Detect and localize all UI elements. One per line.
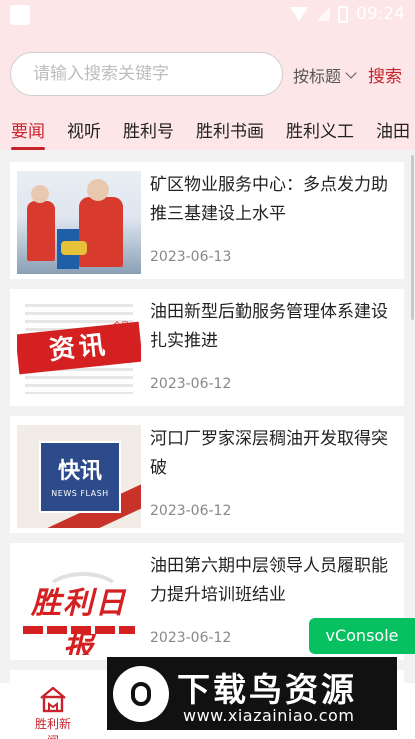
article-thumbnail [17,171,141,274]
article-thumbnail: 快讯 NEWS FLASH [17,425,141,528]
category-tabs: 要闻 视听 胜利号 胜利书画 胜利义工 油田 [0,120,415,150]
article-card[interactable]: 矿区物业服务中心：多点发力助推三基建设上水平 2023-06-13 [10,162,404,279]
article-thumbnail: 胜利日报 [17,552,141,655]
article-card[interactable]: 今日 资讯 油田新型后勤服务管理体系建设扎实推进 2023-06-12 [10,289,404,406]
thumb-subtitle-text: NEWS FLASH [51,489,109,498]
watermark-url: www.xiazainiao.com [183,706,355,725]
nav-label: 胜利新闻 [34,717,71,739]
article-date: 2023-06-12 [150,503,232,519]
tab-shenglihao[interactable]: 胜利号 [123,120,174,150]
search-box[interactable] [10,52,283,96]
scrollbar[interactable] [411,155,414,320]
signal-icon [316,7,330,21]
app-notification-icon [10,5,30,25]
chevron-down-icon [345,67,357,79]
filter-label: 按标题 [293,67,342,86]
article-date: 2023-06-12 [150,630,232,646]
article-title: 矿区物业服务中心：多点发力助推三基建设上水平 [150,175,388,224]
thumb-title-text: 快讯 [57,458,102,484]
bird-logo-icon [113,666,169,722]
article-card[interactable]: 快讯 NEWS FLASH 河口厂罗家深层稠油开发取得突破 2023-06-12 [10,416,404,533]
tab-youtian[interactable]: 油田 [376,120,410,150]
tab-shengliyigong[interactable]: 胜利义工 [286,120,354,150]
article-thumbnail: 今日 资讯 [17,298,141,401]
article-date: 2023-06-13 [150,249,232,265]
filter-dropdown[interactable]: 按标题 [293,63,357,87]
status-bar: 09:24 [0,0,415,30]
home-icon [40,686,66,713]
battery-icon [338,5,348,23]
status-time: 09:24 [356,4,405,24]
tab-yaowen[interactable]: 要闻 [11,120,45,150]
article-date: 2023-06-12 [150,376,232,392]
vconsole-button[interactable]: vConsole [309,618,415,654]
search-input[interactable] [11,53,282,95]
watermark-banner: 下载鸟资源 www.xiazainiao.com [107,657,397,730]
article-title: 河口厂罗家深层稠油开发取得突破 [150,429,388,478]
tab-shenglishuhua[interactable]: 胜利书画 [196,120,264,150]
tab-shiting[interactable]: 视听 [67,120,101,150]
header: 按标题 搜索 要闻 视听 胜利号 胜利书画 胜利义工 油田 [0,30,415,150]
article-title: 油田第六期中层领导人员履职能力提升培训班结业 [150,556,388,605]
article-title: 油田新型后勤服务管理体系建设扎实推进 [150,302,388,351]
thumb-logo-text: 胜利日报 [31,586,127,655]
wifi-icon [290,7,308,21]
nav-item-news[interactable]: 胜利新闻 [30,683,76,739]
watermark-title: 下载鸟资源 [177,670,357,709]
search-button[interactable]: 搜索 [368,62,402,87]
